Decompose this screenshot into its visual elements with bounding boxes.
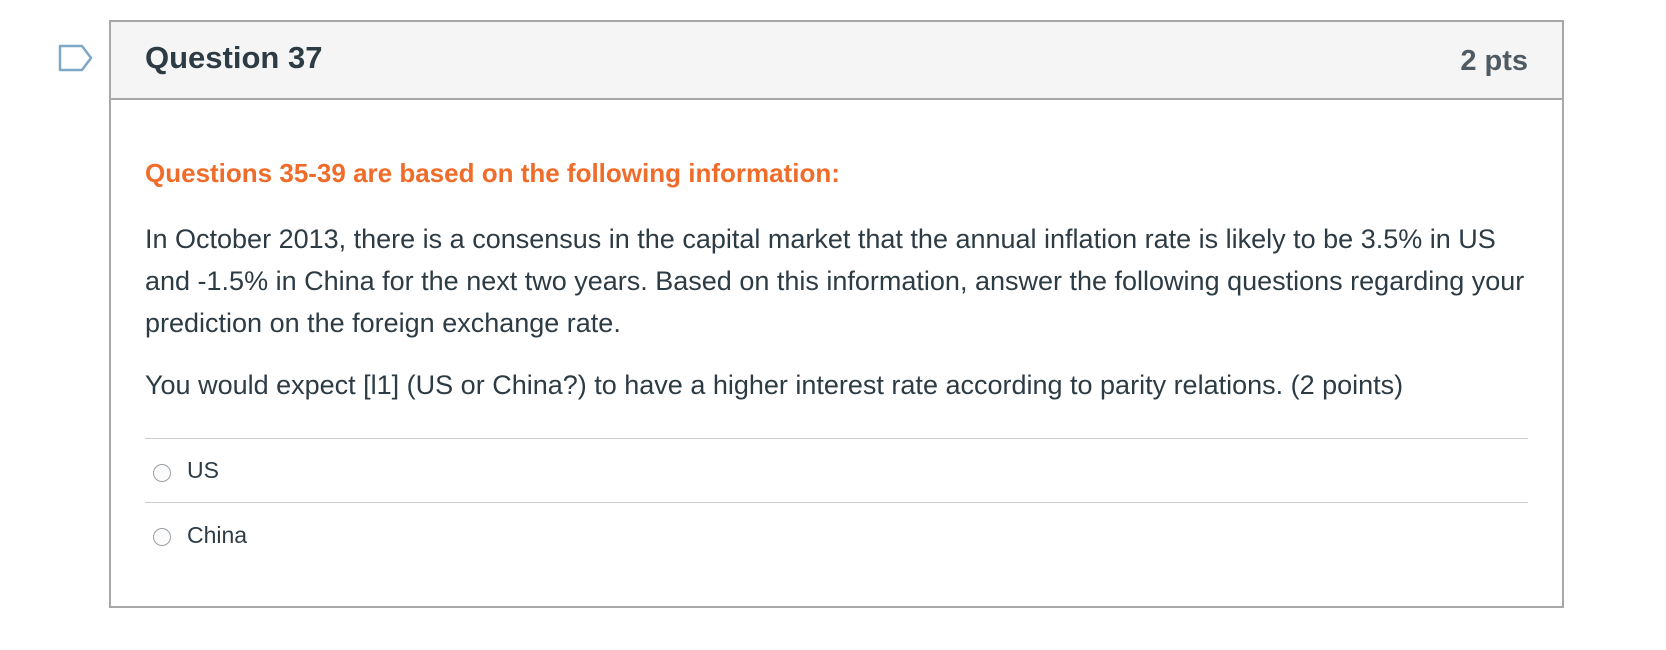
answer-label: China [187, 521, 248, 548]
flag-question-icon[interactable] [58, 44, 94, 72]
question-context-text: In October 2013, there is a consensus in… [145, 224, 1525, 338]
question-header: Question 37 2 pts [111, 22, 1562, 100]
radio-unchecked-icon[interactable] [153, 463, 171, 482]
question-body: Questions 35-39 are based on the followi… [111, 100, 1562, 567]
question-title: Question 37 [145, 40, 323, 75]
info-heading: Questions 35-39 are based on the followi… [145, 158, 840, 188]
answer-option-us[interactable]: US [145, 439, 1528, 503]
question-points: 2 pts [1460, 44, 1528, 77]
question-card: Question 37 2 pts Questions 35-39 are ba… [109, 20, 1564, 608]
answer-label: US [187, 457, 219, 483]
radio-unchecked-icon[interactable] [153, 528, 171, 546]
answer-list: US China [145, 438, 1528, 567]
question-prompt-text: You would expect [l1] (US or China?) to … [145, 370, 1404, 400]
answer-option-china[interactable]: China [145, 503, 1528, 567]
